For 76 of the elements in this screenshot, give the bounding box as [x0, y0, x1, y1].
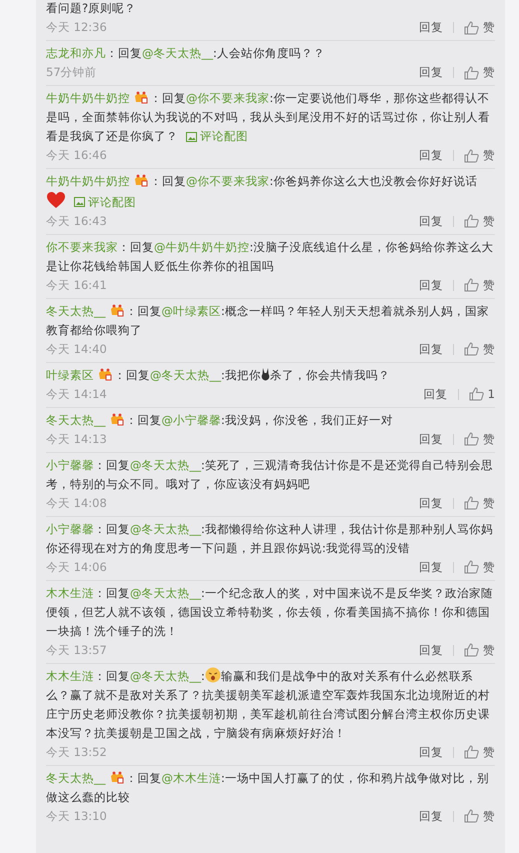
comment-time: 今天 14:06 — [46, 560, 108, 575]
thumbs-up-icon — [464, 560, 479, 574]
thumbs-up-icon — [464, 148, 479, 163]
reply-link[interactable]: 回复 — [419, 808, 443, 824]
comment-time: 今天 13:52 — [46, 744, 108, 760]
like-button[interactable]: 赞 — [464, 65, 495, 80]
like-button[interactable]: 赞 — [464, 214, 495, 229]
thumbs-up-icon — [464, 643, 479, 658]
reply-link[interactable]: 回复 — [419, 20, 443, 35]
comment-text: 小宁馨馨：回复@冬天太热__:我都懒得给你这种人讲理，我估计你是那种别人骂你妈你还得现在对方的角度思考一下问题，并且跟你妈说:我觉得骂的没错 — [46, 520, 494, 557]
comment-text: 叶绿素区 ：回复@冬天太热__:我把你 杀了，你会共情我吗？ — [46, 366, 391, 384]
thumbs-up-icon — [464, 342, 479, 356]
image-icon — [74, 197, 85, 208]
comment-text: 木木生涟：回复@冬天太热__: 输赢和我们是战争中的敌对关系有什么必然联系么？赢了就不是敌对关系了？抗美援朝美军趁机派遣空军轰炸我国东北边境附近的村庄宁历史老师没教你？抗美援朝初期，美军趁机前往台湾试图分解台湾主权你历史课本没写？抗美援朝是卫国之战，宁脑袋有病麻烦好好治！ — [46, 666, 491, 742]
comment-time: 今天 14:14 — [46, 386, 108, 402]
like-button[interactable]: 赞 — [464, 642, 495, 658]
reply-link[interactable]: 回复 — [424, 386, 448, 402]
thumbs-up-icon — [464, 214, 479, 228]
comment-time: 今天 13:57 — [46, 642, 108, 658]
reply-link[interactable]: 回复 — [419, 496, 443, 511]
reply-link[interactable]: 回复 — [419, 560, 443, 575]
comment-text: 小宁馨馨：回复@冬天太热__:笑死了，三观清奇我估计你是不是还觉得自己特别会思考，特别的与众不同。哦对了，你应该没有妈妈吧 — [46, 456, 494, 493]
like-button[interactable]: 赞 — [464, 278, 495, 293]
comment-text: 牛奶牛奶牛奶控 ：回复@你不要来我家:你一定要说他们辱华，那你这些都得认不是吗，全面禁韩你认为我说的不对吗，我从头到尾没用不好的话骂过你，你让别人看看是我疯了还是你疯了？ 评论配图 — [46, 89, 495, 146]
like-button[interactable]: 1 — [468, 387, 495, 402]
like-button[interactable]: 赞 — [464, 432, 495, 447]
like-button[interactable]: 赞 — [464, 20, 495, 35]
reply-link[interactable]: 回复 — [419, 432, 443, 447]
comment-text: 冬天太热__ ：回复@小宁馨馨:我没妈，你没爸，我们正好一对 — [46, 412, 394, 429]
reply-link[interactable]: 回复 — [419, 642, 443, 658]
thumbs-up-icon — [464, 809, 479, 824]
like-button[interactable]: 赞 — [464, 808, 495, 824]
comment-time: 今天 14:13 — [46, 432, 108, 447]
comment-time: 57分钟前 — [46, 65, 98, 80]
reply-link[interactable]: 回复 — [419, 65, 443, 80]
thumbs-up-icon — [464, 278, 479, 292]
crown-icon — [134, 91, 148, 104]
crown-icon — [98, 368, 112, 381]
like-button[interactable]: 赞 — [464, 148, 495, 164]
thumbs-up-icon — [464, 20, 479, 34]
reply-link[interactable]: 回复 — [419, 342, 443, 357]
comment-time: 今天 12:36 — [46, 20, 108, 35]
reply-link[interactable]: 回复 — [419, 148, 443, 164]
like-button[interactable]: 赞 — [464, 496, 495, 511]
image-icon — [186, 132, 197, 142]
thumbs-up-icon — [464, 432, 479, 446]
thumbs-up-icon — [464, 496, 479, 510]
crown-icon — [134, 174, 148, 188]
comment-text: 冬天太热__ ：回复@叶绿素区:概念一样吗？年轻人别天天想着就杀别人妈，国家教育都给你喂狗了 — [46, 302, 490, 339]
reply-link[interactable]: 回复 — [419, 744, 443, 760]
comment-time: 今天 16:46 — [46, 148, 108, 164]
crown-icon — [110, 304, 124, 317]
face-emoji-icon — [204, 666, 221, 683]
comment-time: 今天 14:08 — [46, 496, 108, 511]
like-button[interactable]: 赞 — [464, 342, 495, 357]
thumbs-up-icon — [464, 745, 479, 760]
reply-link[interactable]: 回复 — [419, 278, 443, 293]
crown-icon — [110, 770, 124, 784]
reply-link[interactable]: 回复 — [419, 214, 443, 229]
comment-time: 今天 16:43 — [46, 214, 108, 229]
comment-text: 冬天太热__ ：回复@木木生涟:一场中国人打赢了的仗，你和鸦片战争做对比，别做这么蠢的比较 — [46, 770, 490, 806]
comment-text: 你不要来我家：回复@牛奶牛奶牛奶控:没脑子没底线追什么星，你爸妈给你养这么大是让你花钱给韩国人贬低生你养你的祖国吗 — [46, 238, 494, 275]
thumbs-up-icon — [464, 66, 479, 80]
comment-text: 志龙和亦凡：回复@冬天太热__:人会站你角度吗？？ — [46, 45, 326, 62]
crown-icon — [110, 412, 124, 426]
comment-text: 木木生涟：回复@冬天太热__:一个纪念敌人的奖，对中国来说不是反华奖？政治家随便领，但艺人就不该领，德国设立希特勒奖，你去领，你看美国搞不搞你！你和德国一块搞！洗个锤子的洗！ — [46, 584, 494, 640]
comment-text: 牛奶牛奶牛奶控 ：回复@你不要来我家:你爸妈养你这么大也没教会你好好说话 评论配图 — [46, 172, 495, 212]
heart-icon — [46, 191, 66, 210]
bunny-icon — [260, 368, 270, 381]
comment-time: 今天 14:40 — [46, 342, 108, 357]
like-button[interactable]: 赞 — [464, 744, 495, 760]
thumbs-up-icon — [468, 387, 484, 402]
like-button[interactable]: 赞 — [464, 560, 495, 575]
comment-text: 看问题?原则呢？ — [46, 0, 138, 17]
comment-time: 今天 13:10 — [46, 808, 108, 824]
comment-time: 今天 16:41 — [46, 278, 108, 293]
